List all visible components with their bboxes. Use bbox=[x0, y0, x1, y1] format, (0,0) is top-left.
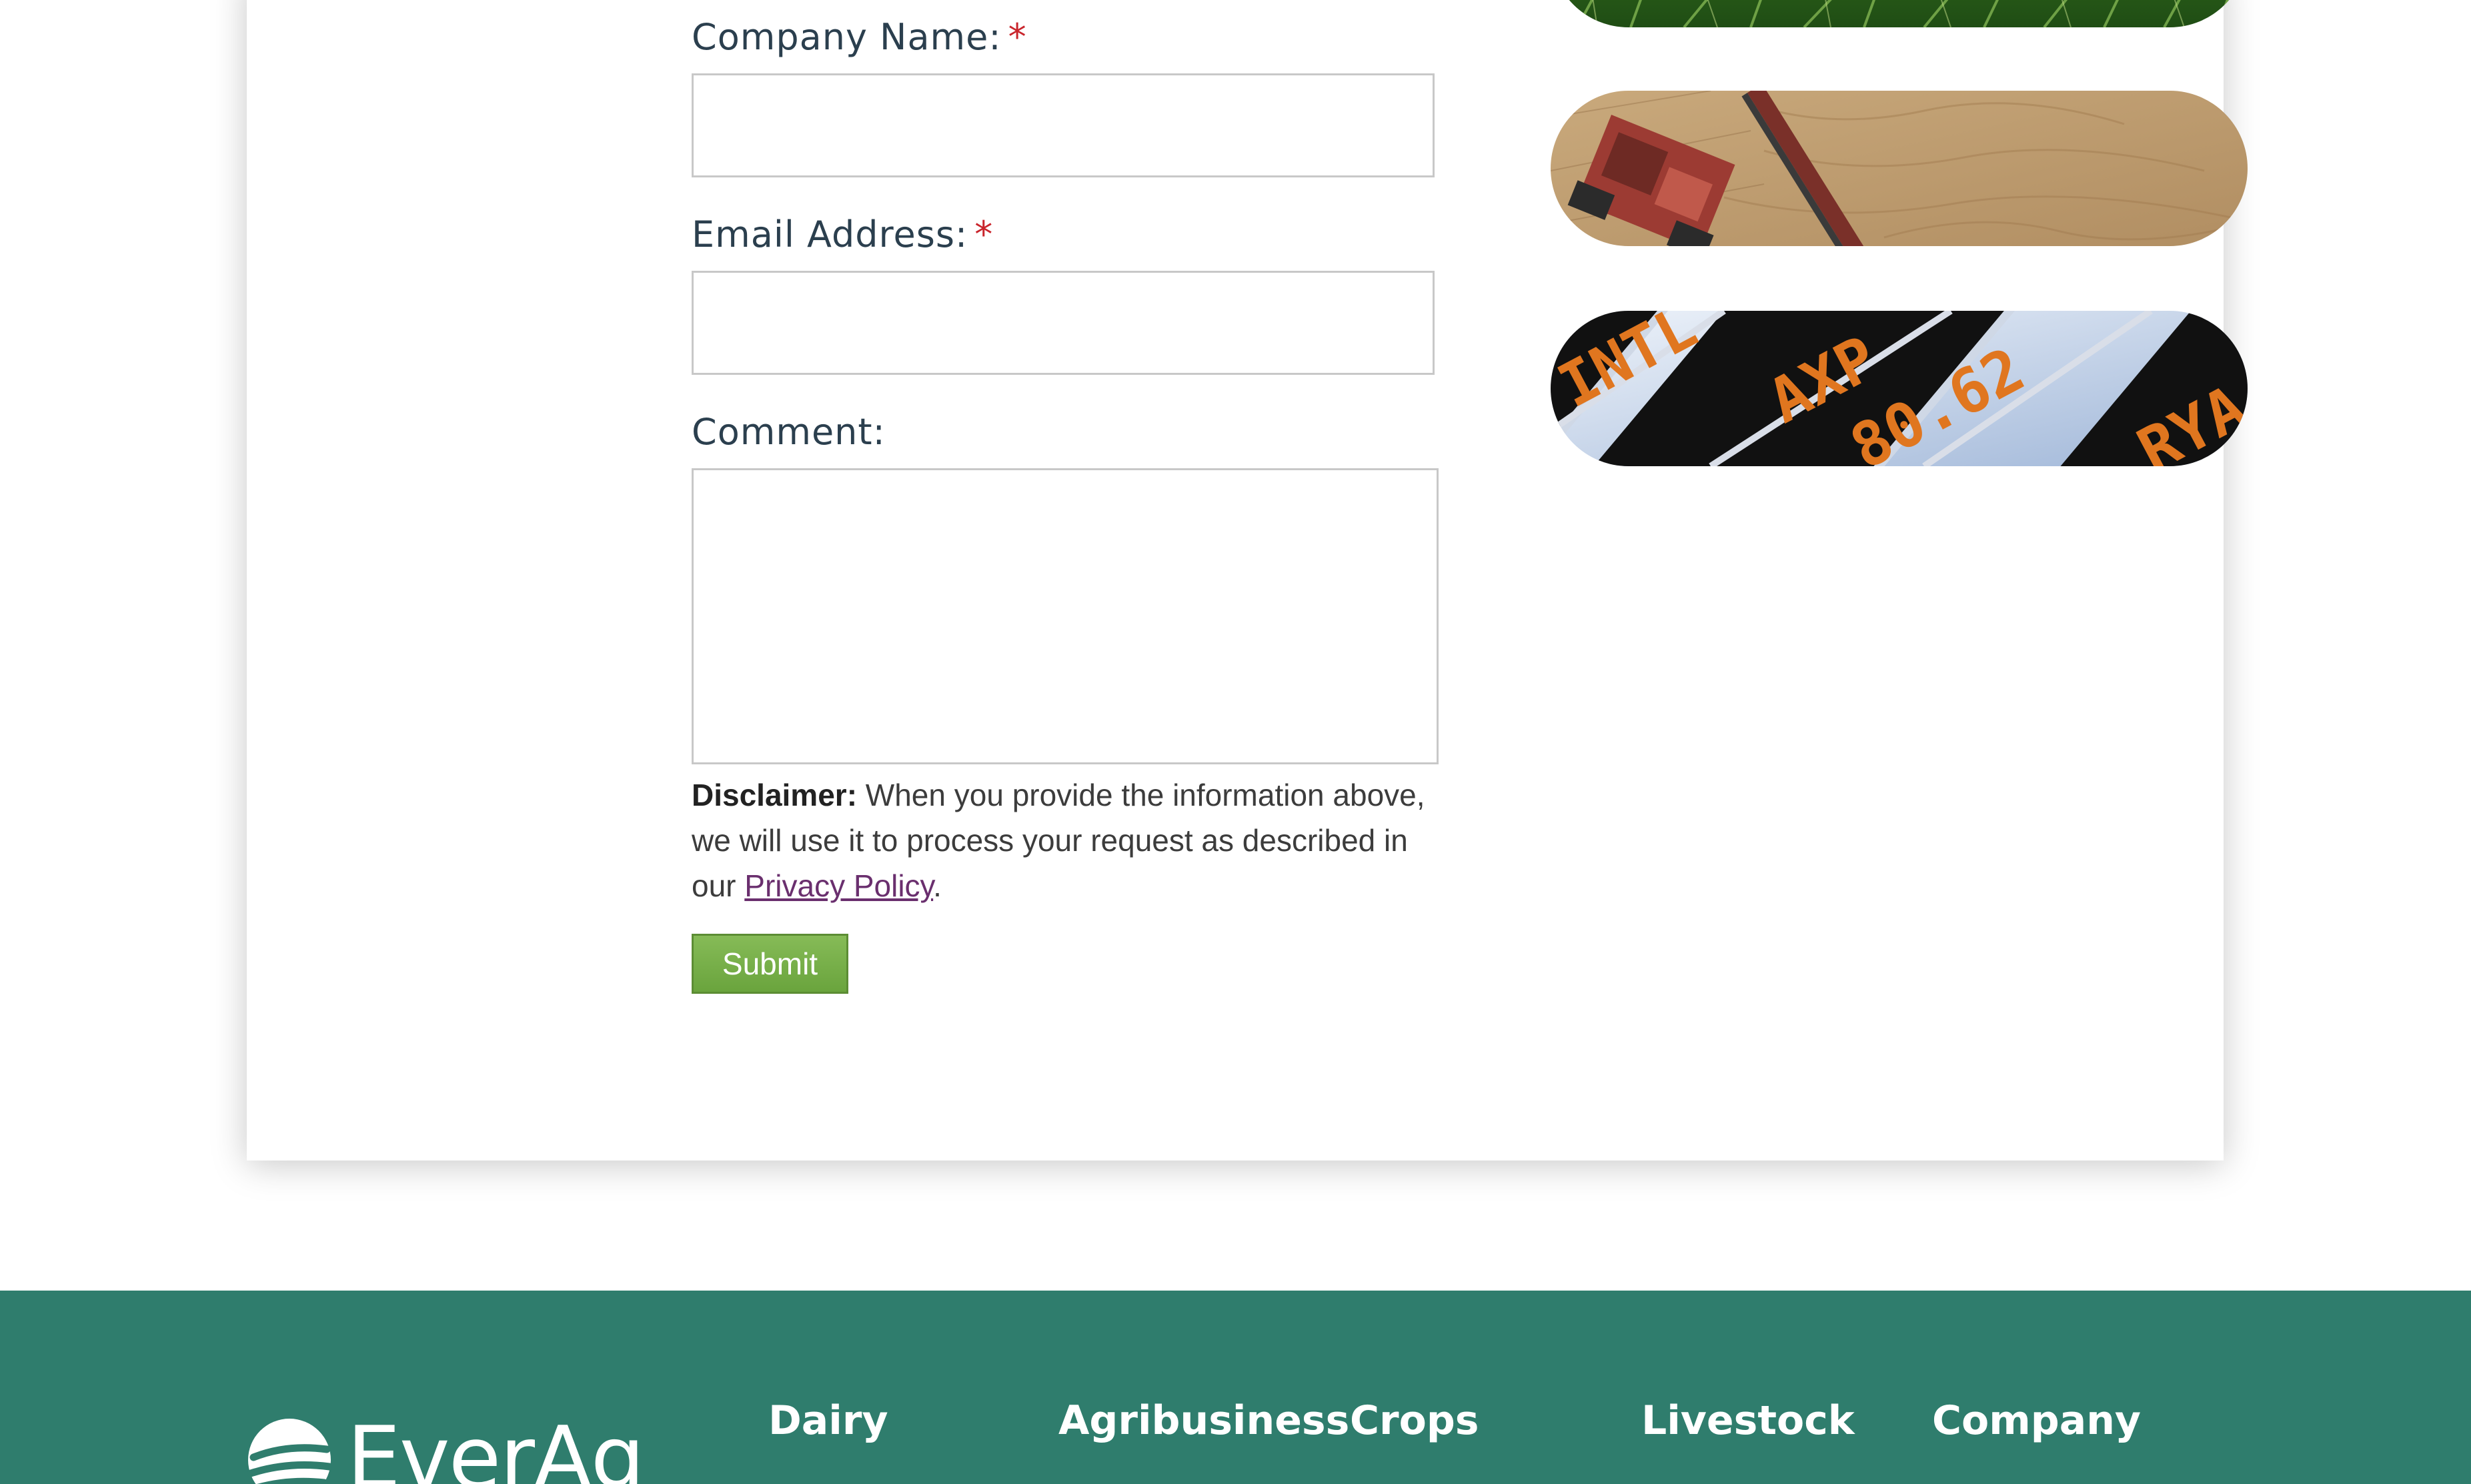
company-name-input[interactable] bbox=[692, 73, 1435, 177]
footer-heading-company[interactable]: Company bbox=[1932, 1397, 2141, 1444]
required-asterisk: * bbox=[1008, 16, 1027, 58]
footer-heading-agribusiness[interactable]: Agribusiness bbox=[1058, 1397, 1349, 1444]
everag-globe-icon bbox=[247, 1419, 332, 1484]
grass-field-image bbox=[1551, 0, 2248, 27]
footer-heading-livestock[interactable]: Livestock bbox=[1641, 1397, 1855, 1444]
privacy-policy-link[interactable]: Privacy Policy bbox=[744, 868, 933, 903]
harvester-field-image bbox=[1551, 91, 2248, 246]
everag-logo-text: EverAg bbox=[347, 1409, 645, 1484]
footer-heading-crops[interactable]: Crops bbox=[1350, 1397, 1479, 1444]
email-address-input[interactable] bbox=[692, 271, 1435, 375]
comment-textarea[interactable] bbox=[692, 468, 1439, 764]
form-card: Company Name: * Email Address: * Comment: … bbox=[247, 0, 2248, 1161]
email-address-label: Email Address: * bbox=[692, 213, 994, 255]
everag-logo[interactable]: EverAg bbox=[247, 1409, 645, 1484]
comment-label: Comment: bbox=[692, 411, 886, 453]
site-footer: EverAg Dairy Agribusiness Crops Livestoc… bbox=[0, 1291, 2471, 1484]
company-name-label: Company Name: * bbox=[692, 16, 1027, 58]
stock-ticker-image: INTL AXP 80.62 RYA bbox=[1551, 311, 2248, 466]
footer-heading-dairy[interactable]: Dairy bbox=[768, 1397, 888, 1444]
submit-button[interactable]: Submit bbox=[692, 934, 848, 994]
required-asterisk: * bbox=[974, 213, 994, 255]
disclaimer-text: Disclaimer: When you provide the informa… bbox=[692, 778, 1425, 903]
